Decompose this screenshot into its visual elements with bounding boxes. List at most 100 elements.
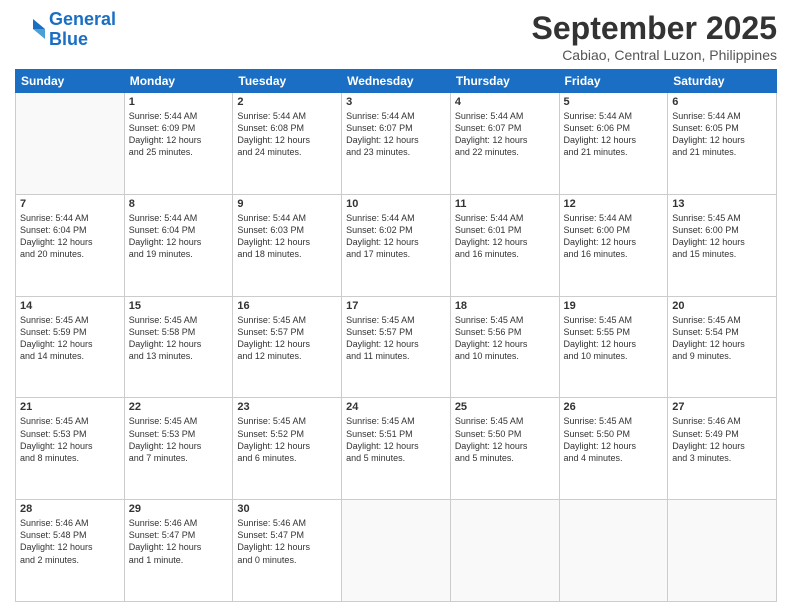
calendar-week-row: 14 Sunrise: 5:45 AMSunset: 5:59 PMDayligh… bbox=[16, 296, 777, 398]
day-number: 22 bbox=[129, 401, 229, 413]
day-info: Sunrise: 5:44 AMSunset: 6:04 PMDaylight:… bbox=[20, 212, 120, 261]
table-row: 12 Sunrise: 5:44 AMSunset: 6:00 PMDayligh… bbox=[559, 194, 668, 296]
day-info: Sunrise: 5:46 AMSunset: 5:47 PMDaylight:… bbox=[237, 517, 337, 566]
day-number: 3 bbox=[346, 96, 446, 108]
day-info: Sunrise: 5:46 AMSunset: 5:47 PMDaylight:… bbox=[129, 517, 229, 566]
header: General Blue September 2025 Cabiao, Cent… bbox=[15, 10, 777, 63]
day-info: Sunrise: 5:44 AMSunset: 6:00 PMDaylight:… bbox=[564, 212, 664, 261]
day-info: Sunrise: 5:45 AMSunset: 5:57 PMDaylight:… bbox=[237, 314, 337, 363]
logo: General Blue bbox=[15, 10, 116, 50]
table-row: 5 Sunrise: 5:44 AMSunset: 6:06 PMDaylight… bbox=[559, 93, 668, 195]
col-thursday: Thursday bbox=[450, 70, 559, 93]
day-info: Sunrise: 5:45 AMSunset: 5:51 PMDaylight:… bbox=[346, 415, 446, 464]
table-row: 4Sunrise: 5:44 AMSunset: 6:07 PMDaylight… bbox=[450, 93, 559, 195]
calendar-week-row: 1Sunrise: 5:44 AMSunset: 6:09 PMDaylight… bbox=[16, 93, 777, 195]
table-row bbox=[16, 93, 125, 195]
day-number: 12 bbox=[564, 198, 664, 210]
day-info: Sunrise: 5:46 AMSunset: 5:48 PMDaylight:… bbox=[20, 517, 120, 566]
day-number: 14 bbox=[20, 300, 120, 312]
table-row: 8 Sunrise: 5:44 AMSunset: 6:04 PMDaylight… bbox=[124, 194, 233, 296]
table-row: 30 Sunrise: 5:46 AMSunset: 5:47 PMDayligh… bbox=[233, 500, 342, 602]
day-number: 20 bbox=[672, 300, 772, 312]
day-number: 5 bbox=[564, 96, 664, 108]
title-block: September 2025 Cabiao, Central Luzon, Ph… bbox=[532, 10, 777, 63]
table-row: 10Sunrise: 5:44 AMSunset: 6:02 PMDayligh… bbox=[342, 194, 451, 296]
day-number: 27 bbox=[672, 401, 772, 413]
table-row: 9 Sunrise: 5:44 AMSunset: 6:03 PMDaylight… bbox=[233, 194, 342, 296]
table-row bbox=[668, 500, 777, 602]
day-info: Sunrise: 5:44 AMSunset: 6:02 PMDaylight:… bbox=[346, 212, 446, 261]
table-row: 13Sunrise: 5:45 AMSunset: 6:00 PMDayligh… bbox=[668, 194, 777, 296]
day-number: 28 bbox=[20, 503, 120, 515]
day-number: 25 bbox=[455, 401, 555, 413]
day-info: Sunrise: 5:44 AMSunset: 6:03 PMDaylight:… bbox=[237, 212, 337, 261]
day-info: Sunrise: 5:45 AMSunset: 5:54 PMDaylight:… bbox=[672, 314, 772, 363]
table-row: 11Sunrise: 5:44 AMSunset: 6:01 PMDayligh… bbox=[450, 194, 559, 296]
table-row: 24Sunrise: 5:45 AMSunset: 5:51 PMDayligh… bbox=[342, 398, 451, 500]
day-number: 16 bbox=[237, 300, 337, 312]
table-row: 18 Sunrise: 5:45 AMSunset: 5:56 PMDayligh… bbox=[450, 296, 559, 398]
day-number: 15 bbox=[129, 300, 229, 312]
day-number: 6 bbox=[672, 96, 772, 108]
table-row: 2 Sunrise: 5:44 AMSunset: 6:08 PMDaylight… bbox=[233, 93, 342, 195]
calendar-week-row: 21 Sunrise: 5:45 AMSunset: 5:53 PMDayligh… bbox=[16, 398, 777, 500]
day-info: Sunrise: 5:44 AMSunset: 6:08 PMDaylight:… bbox=[237, 110, 337, 159]
day-info: Sunrise: 5:45 AMSunset: 5:59 PMDaylight:… bbox=[20, 314, 120, 363]
calendar-table: Sunday Monday Tuesday Wednesday Thursday… bbox=[15, 69, 777, 602]
day-number: 9 bbox=[237, 198, 337, 210]
day-info: Sunrise: 5:46 AMSunset: 5:49 PMDaylight:… bbox=[672, 415, 772, 464]
day-info: Sunrise: 5:45 AMSunset: 5:57 PMDaylight:… bbox=[346, 314, 446, 363]
day-info: Sunrise: 5:44 AMSunset: 6:04 PMDaylight:… bbox=[129, 212, 229, 261]
table-row: 22 Sunrise: 5:45 AMSunset: 5:53 PMDayligh… bbox=[124, 398, 233, 500]
day-info: Sunrise: 5:45 AMSunset: 5:50 PMDaylight:… bbox=[455, 415, 555, 464]
day-info: Sunrise: 5:44 AMSunset: 6:07 PMDaylight:… bbox=[346, 110, 446, 159]
day-info: Sunrise: 5:45 AMSunset: 5:53 PMDaylight:… bbox=[129, 415, 229, 464]
table-row: 16 Sunrise: 5:45 AMSunset: 5:57 PMDayligh… bbox=[233, 296, 342, 398]
day-number: 19 bbox=[564, 300, 664, 312]
table-row: 26 Sunrise: 5:45 AMSunset: 5:50 PMDayligh… bbox=[559, 398, 668, 500]
day-number: 1 bbox=[129, 96, 229, 108]
col-wednesday: Wednesday bbox=[342, 70, 451, 93]
table-row: 27 Sunrise: 5:46 AMSunset: 5:49 PMDayligh… bbox=[668, 398, 777, 500]
table-row: 14 Sunrise: 5:45 AMSunset: 5:59 PMDayligh… bbox=[16, 296, 125, 398]
day-info: Sunrise: 5:44 AMSunset: 6:06 PMDaylight:… bbox=[564, 110, 664, 159]
day-info: Sunrise: 5:44 AMSunset: 6:01 PMDaylight:… bbox=[455, 212, 555, 261]
col-monday: Monday bbox=[124, 70, 233, 93]
table-row bbox=[342, 500, 451, 602]
day-number: 30 bbox=[237, 503, 337, 515]
day-number: 17 bbox=[346, 300, 446, 312]
day-info: Sunrise: 5:45 AMSunset: 5:55 PMDaylight:… bbox=[564, 314, 664, 363]
logo-text: General Blue bbox=[49, 10, 116, 50]
col-saturday: Saturday bbox=[668, 70, 777, 93]
day-number: 21 bbox=[20, 401, 120, 413]
table-row: 21Sunrise: 5:45 AMSunset: 5:53 PMDayligh… bbox=[16, 398, 125, 500]
table-row: 3 Sunrise: 5:44 AMSunset: 6:07 PMDaylight… bbox=[342, 93, 451, 195]
table-row: 20 Sunrise: 5:45 AMSunset: 5:54 PMDayligh… bbox=[668, 296, 777, 398]
col-friday: Friday bbox=[559, 70, 668, 93]
calendar-week-row: 28 Sunrise: 5:46 AMSunset: 5:48 PMDayligh… bbox=[16, 500, 777, 602]
day-info: Sunrise: 5:44 AMSunset: 6:07 PMDaylight:… bbox=[455, 110, 555, 159]
day-info: Sunrise: 5:44 AMSunset: 6:05 PMDaylight:… bbox=[672, 110, 772, 159]
table-row bbox=[450, 500, 559, 602]
table-row: 29 Sunrise: 5:46 AMSunset: 5:47 PMDayligh… bbox=[124, 500, 233, 602]
day-number: 26 bbox=[564, 401, 664, 413]
day-number: 8 bbox=[129, 198, 229, 210]
day-number: 29 bbox=[129, 503, 229, 515]
day-number: 7 bbox=[20, 198, 120, 210]
subtitle: Cabiao, Central Luzon, Philippines bbox=[532, 47, 777, 63]
table-row: 25 Sunrise: 5:45 AMSunset: 5:50 PMDayligh… bbox=[450, 398, 559, 500]
table-row: 19 Sunrise: 5:45 AMSunset: 5:55 PMDayligh… bbox=[559, 296, 668, 398]
table-row: 17 Sunrise: 5:45 AMSunset: 5:57 PMDayligh… bbox=[342, 296, 451, 398]
day-info: Sunrise: 5:45 AMSunset: 5:56 PMDaylight:… bbox=[455, 314, 555, 363]
col-sunday: Sunday bbox=[16, 70, 125, 93]
day-number: 18 bbox=[455, 300, 555, 312]
month-title: September 2025 bbox=[532, 10, 777, 47]
day-number: 2 bbox=[237, 96, 337, 108]
table-row: 15Sunrise: 5:45 AMSunset: 5:58 PMDayligh… bbox=[124, 296, 233, 398]
table-row: 1Sunrise: 5:44 AMSunset: 6:09 PMDaylight… bbox=[124, 93, 233, 195]
table-row: 28 Sunrise: 5:46 AMSunset: 5:48 PMDayligh… bbox=[16, 500, 125, 602]
table-row: 7 Sunrise: 5:44 AMSunset: 6:04 PMDaylight… bbox=[16, 194, 125, 296]
page: General Blue September 2025 Cabiao, Cent… bbox=[0, 0, 792, 612]
day-info: Sunrise: 5:45 AMSunset: 5:50 PMDaylight:… bbox=[564, 415, 664, 464]
day-number: 13 bbox=[672, 198, 772, 210]
